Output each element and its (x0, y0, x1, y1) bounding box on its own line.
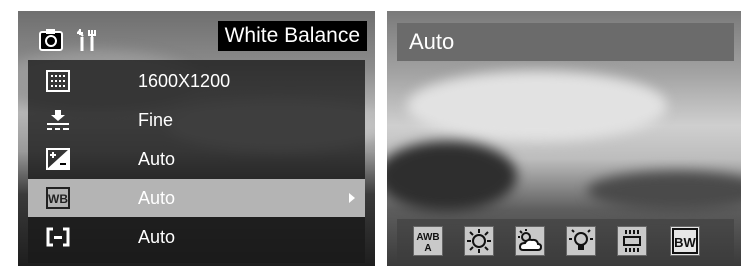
fluorescent-icon[interactable] (617, 226, 647, 256)
quality-value: Fine (138, 110, 174, 130)
black-white-icon[interactable]: BW (670, 226, 700, 256)
white-balance-icon: WB (46, 187, 70, 209)
wb-options-bar: AWB A BW (397, 219, 734, 263)
svg-text:A: A (424, 243, 431, 254)
awb-auto-icon[interactable]: AWB A (413, 226, 443, 256)
svg-text:WB: WB (48, 192, 68, 206)
menu-row-metering[interactable]: Auto (28, 218, 365, 256)
svg-text:AWB: AWB (416, 232, 439, 243)
metering-value: Auto (138, 227, 176, 247)
resolution-value: 1600X1200 (138, 71, 231, 91)
exposure-icon (46, 148, 70, 170)
svg-text:BW: BW (674, 235, 696, 250)
metering-icon (46, 226, 70, 248)
daylight-icon[interactable] (464, 226, 494, 256)
white-balance-value: Auto (138, 188, 176, 208)
wb-title-bar: Auto (397, 23, 734, 61)
resolution-icon (46, 70, 70, 92)
menu-row-white-balance[interactable]: WB Auto (28, 179, 365, 217)
settings-menu: 1600X1200 Fine Auto WB Auto Auto (28, 60, 365, 263)
camera-icon[interactable] (38, 27, 64, 53)
camera-menu-screen: White Balance 1600X1200 Fine Auto WB Aut… (18, 11, 375, 266)
menu-title: White Balance (217, 21, 367, 51)
quality-icon (46, 109, 70, 131)
menu-row-quality[interactable]: Fine (28, 101, 365, 139)
exposure-value: Auto (138, 149, 176, 169)
setup-icon[interactable] (74, 27, 100, 53)
wb-current-value: Auto (409, 29, 455, 54)
submenu-arrow-icon (349, 193, 355, 203)
tungsten-icon[interactable] (566, 226, 596, 256)
menu-row-resolution[interactable]: 1600X1200 (28, 62, 365, 100)
white-balance-screen: Auto AWB A BW (387, 11, 741, 266)
menu-row-exposure[interactable]: Auto (28, 140, 365, 178)
cloudy-icon[interactable] (515, 226, 545, 256)
